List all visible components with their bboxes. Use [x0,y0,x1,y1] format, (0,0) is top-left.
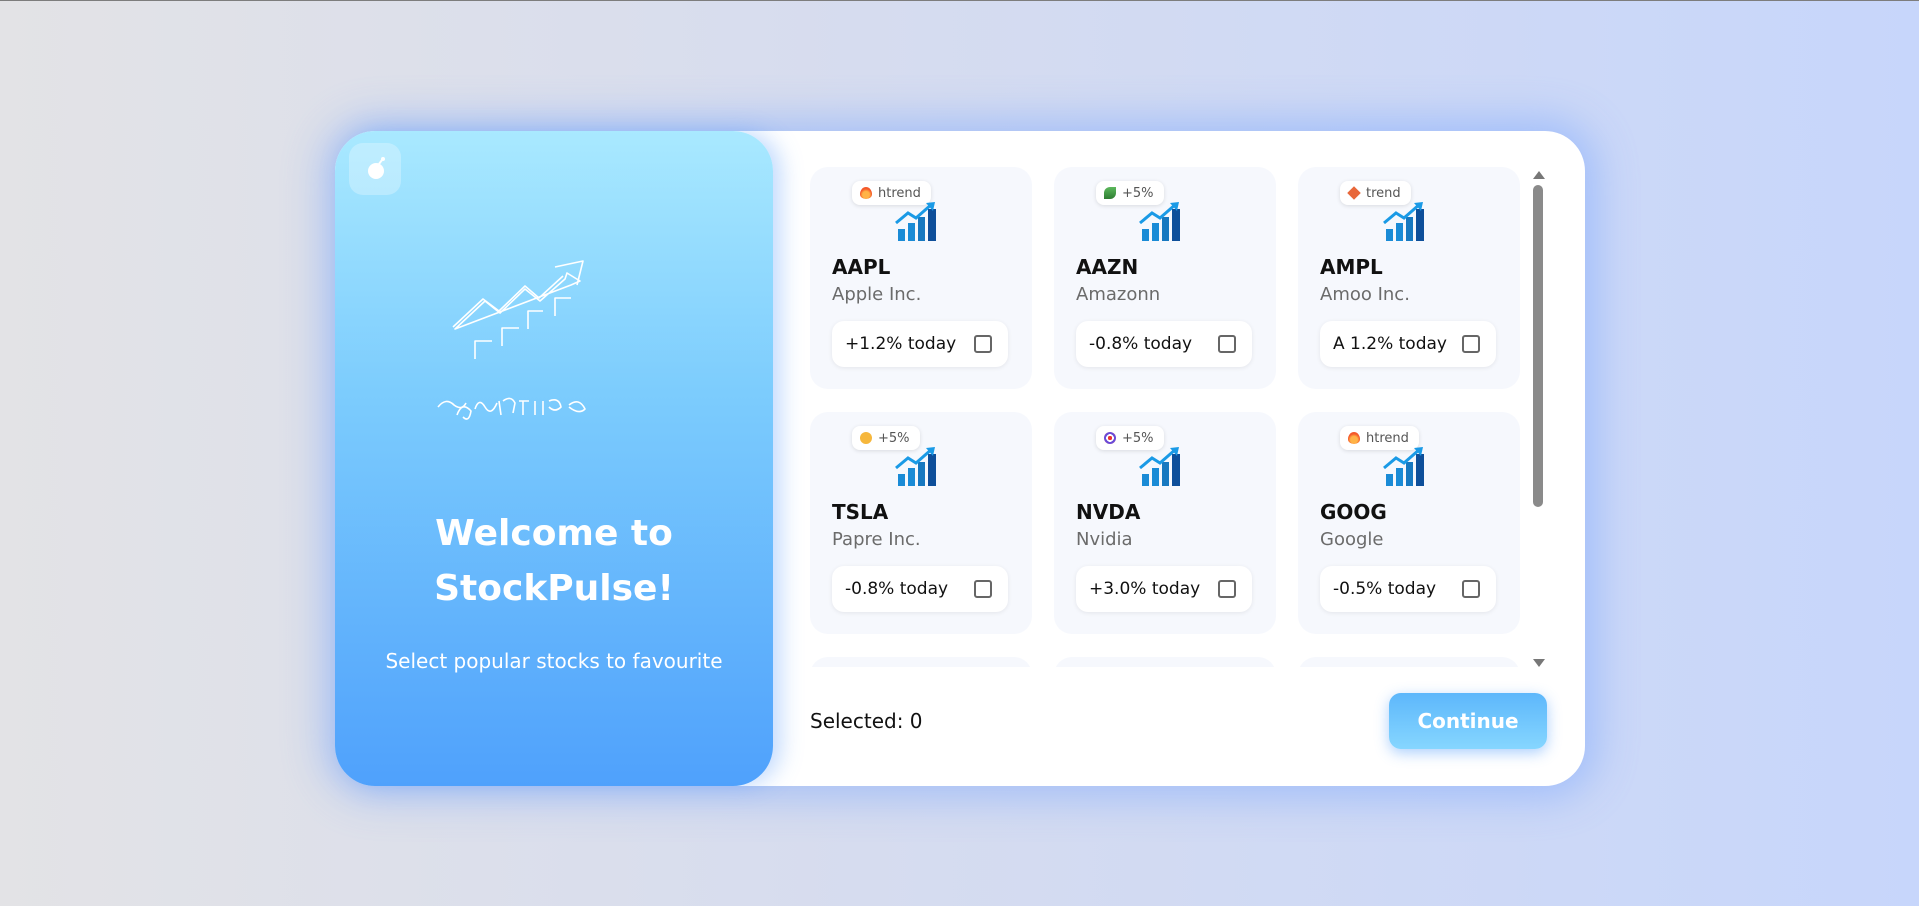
badge-label: htrend [1366,430,1409,446]
sun-icon [860,432,872,444]
daily-change: A 1.2% today [1333,334,1447,354]
favourite-checkbox[interactable] [1218,335,1236,353]
scroll-up-arrow-icon[interactable] [1533,171,1545,179]
stock-ticker: NVDA [1076,500,1141,524]
scroll-thumb[interactable] [1533,185,1543,507]
selected-count: Selected: 0 [810,709,923,733]
bomb-icon-button[interactable] [349,143,401,195]
daily-change: -0.8% today [1089,334,1193,354]
favourite-checkbox[interactable] [1462,580,1480,598]
stock-card[interactable]: htrend GOOG Google -0.5% today [1298,412,1520,634]
bar-chart-icon [1139,447,1180,486]
fire-icon [860,187,872,199]
stock-card[interactable]: +5% NVDA Nvidia +3.0% today [1054,412,1276,634]
favourite-checkbox[interactable] [1462,335,1480,353]
bar-chart-icon [895,447,936,486]
badge-label: trend [1366,185,1401,201]
change-pill[interactable]: +1.2% today [832,321,1008,367]
company-name: Apple Inc. [832,284,922,305]
company-name: Nvidia [1076,529,1133,550]
stock-card-partial[interactable] [1298,657,1520,667]
company-name: Papre Inc. [832,529,921,550]
bar-chart-icon [1383,202,1424,241]
change-pill[interactable]: -0.8% today [1076,321,1252,367]
stock-ticker: AAPL [832,255,891,279]
welcome-line-2: StockPulse! [434,568,674,609]
company-name: Amazonn [1076,284,1161,305]
daily-change: -0.8% today [845,579,949,599]
scroll-down-arrow-icon[interactable] [1533,659,1545,667]
stock-card[interactable]: trend AMPL Amoo Inc. A 1.2% today [1298,167,1520,389]
stock-card[interactable]: +5% AAZN Amazonn -0.8% today [1054,167,1276,389]
welcome-panel: Welcome to StockPulse! Select popular st… [335,131,773,786]
badge-label: +5% [878,430,910,446]
favourite-checkbox[interactable] [974,580,992,598]
fire-icon [1348,432,1360,444]
sprout-icon [1104,187,1116,199]
daily-change: -0.5% today [1333,579,1437,599]
welcome-line-1: Welcome to [435,513,673,554]
tagline: Select popular stocks to favourite [385,649,723,673]
bar-chart-icon [1383,447,1424,486]
stock-card-partial[interactable] [810,657,1032,667]
stock-grid: htrend AAPL Apple Inc. +1.2% today +5% A… [810,167,1530,667]
grid-scrollbar[interactable] [1531,171,1545,667]
company-name: Amoo Inc. [1320,284,1410,305]
badge-label: +5% [1122,185,1154,201]
favourite-checkbox[interactable] [974,335,992,353]
badge-label: +5% [1122,430,1154,446]
daily-change: +1.2% today [845,334,957,354]
change-pill[interactable]: A 1.2% today [1320,321,1496,367]
bar-chart-icon [1139,202,1180,241]
stock-card[interactable]: +5% TSLA Papre Inc. -0.8% today [810,412,1032,634]
favourite-checkbox[interactable] [1218,580,1236,598]
bar-chart-icon [895,202,936,241]
stock-ticker: GOOG [1320,500,1387,524]
change-pill[interactable]: -0.8% today [832,566,1008,612]
change-pill[interactable]: -0.5% today [1320,566,1496,612]
stock-card-partial[interactable] [1054,657,1276,667]
change-pill[interactable]: +3.0% today [1076,566,1252,612]
welcome-heading: Welcome to StockPulse! [335,506,773,616]
bomb-icon [368,157,385,179]
badge-label: htrend [878,185,921,201]
onboarding-modal: Welcome to StockPulse! Select popular st… [335,131,1585,786]
daily-change: +3.0% today [1089,579,1201,599]
stock-ticker: TSLA [832,500,889,524]
stockpulse-logo [437,260,586,420]
diamond-icon [1347,186,1361,200]
continue-button[interactable]: Continue [1389,693,1547,749]
stock-ticker: AAZN [1076,255,1139,279]
target-icon [1104,432,1116,444]
stock-ticker: AMPL [1320,255,1383,279]
company-name: Google [1320,529,1384,550]
stock-card[interactable]: htrend AAPL Apple Inc. +1.2% today [810,167,1032,389]
